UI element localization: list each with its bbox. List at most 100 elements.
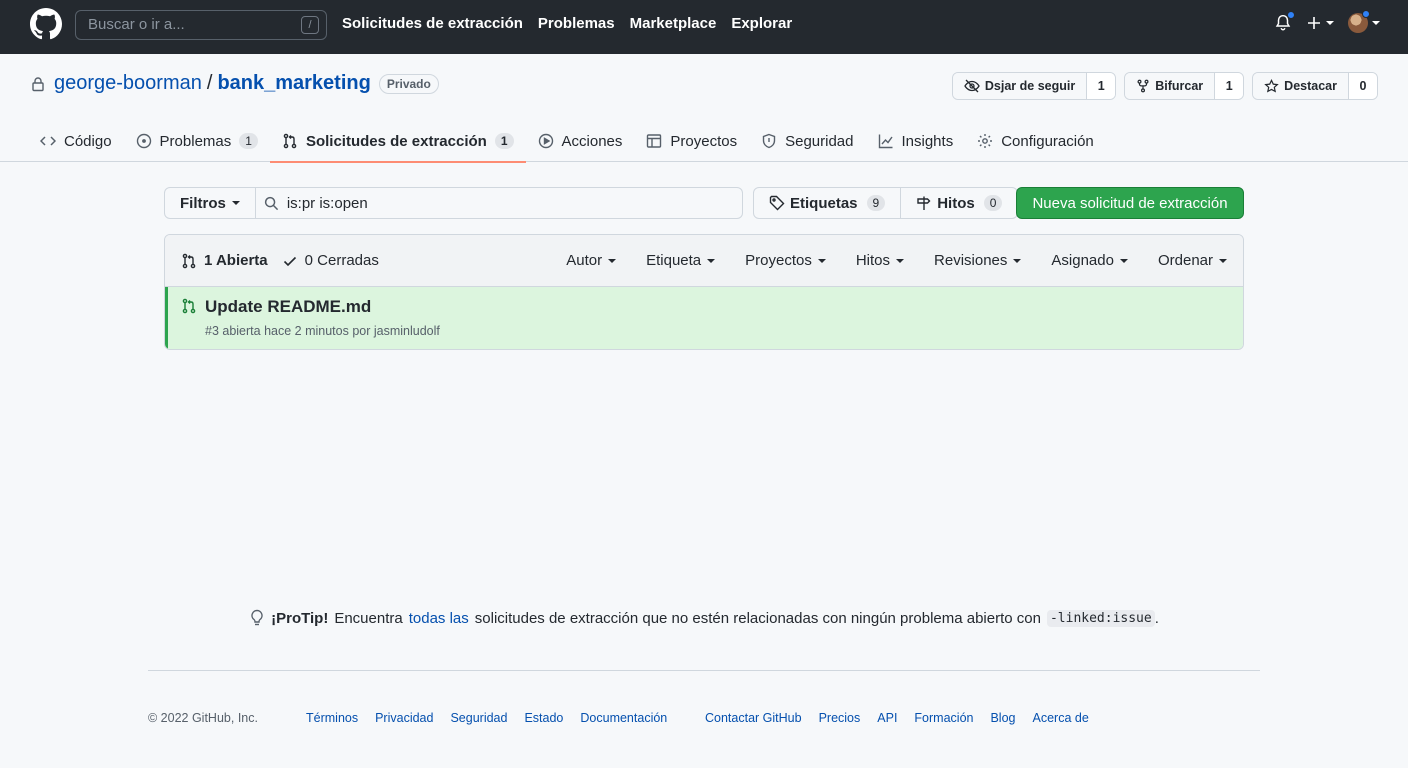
labels-link[interactable]: Etiquetas 9: [754, 188, 900, 218]
tab-projects[interactable]: Proyectos: [634, 120, 749, 162]
footer-link-training[interactable]: Formación: [914, 711, 973, 725]
github-logo-icon[interactable]: [30, 8, 62, 40]
git-pull-request-icon: [283, 133, 297, 149]
gear-icon: [978, 134, 993, 148]
footer-link-api[interactable]: API: [877, 711, 897, 725]
fork-count[interactable]: 1: [1215, 73, 1244, 99]
protip-text-after: solicitudes de extracción que no estén r…: [474, 609, 1041, 627]
light-bulb-icon: [251, 609, 263, 626]
sort-label: Autor: [566, 252, 603, 269]
repo-owner-link[interactable]: george-boorman: [54, 72, 202, 95]
graph-icon: [878, 134, 893, 149]
tab-pull-requests[interactable]: Solicitudes de extracción 1: [269, 120, 526, 163]
pull-request-list: 1 Abierta 0 Cerradas Autor Etiqueta Proy…: [164, 234, 1244, 350]
tab-issues[interactable]: Problemas 1: [124, 120, 270, 162]
tab-label: Insights: [901, 132, 954, 150]
tab-label: Acciones: [561, 132, 623, 150]
list-header: 1 Abierta 0 Cerradas Autor Etiqueta Proy…: [165, 235, 1243, 287]
closed-count-label: 0 Cerradas: [304, 252, 379, 269]
footer-link-status[interactable]: Estado: [524, 711, 563, 725]
tab-security[interactable]: Seguridad: [749, 120, 865, 162]
label-dropdown[interactable]: Etiqueta: [646, 252, 716, 269]
caret-down-icon: [608, 258, 617, 263]
user-menu-button[interactable]: [1348, 10, 1380, 33]
milestones-dropdown[interactable]: Hitos: [856, 252, 905, 269]
footer-link-docs[interactable]: Documentación: [580, 711, 667, 725]
labels-milestones-group: Etiquetas 9 Hitos 0: [753, 187, 1019, 219]
tab-code[interactable]: Código: [28, 120, 124, 162]
fork-button-group: Bifurcar 1: [1124, 72, 1245, 100]
fork-icon: [1137, 79, 1149, 93]
slash-shortcut-key: /: [301, 16, 319, 34]
global-search-input[interactable]: Buscar o ir a... /: [75, 10, 327, 40]
tab-label: Proyectos: [670, 132, 738, 150]
table-icon: [647, 134, 662, 148]
eye-off-icon: [964, 79, 980, 93]
sort-label: Revisiones: [934, 252, 1008, 269]
protip-end: .: [1154, 609, 1159, 627]
footer-link-privacy[interactable]: Privacidad: [375, 711, 433, 725]
sort-dropdown[interactable]: Ordenar: [1158, 252, 1227, 269]
list-item[interactable]: Update README.md #3 abierta hace 2 minut…: [165, 287, 1243, 349]
milestones-link[interactable]: Hitos 0: [900, 188, 1017, 218]
protip: ¡ProTip! Encuentra todas las solicitudes…: [0, 609, 1408, 627]
caret-down-icon: [1372, 21, 1380, 25]
assignee-dropdown[interactable]: Asignado: [1051, 252, 1128, 269]
footer-link-about[interactable]: Acerca de: [1033, 711, 1089, 725]
footer-link-blog[interactable]: Blog: [990, 711, 1015, 725]
tab-settings[interactable]: Configuración: [965, 120, 1106, 162]
global-header: Buscar o ir a... / Solicitudes de extrac…: [0, 0, 1408, 54]
star-count[interactable]: 0: [1349, 73, 1377, 99]
header-actions: [1274, 10, 1380, 33]
status-dot: [1362, 10, 1370, 18]
protip-code: -linked:issue: [1046, 609, 1155, 627]
author-dropdown[interactable]: Autor: [566, 252, 617, 269]
unwatch-button[interactable]: Dsjar de seguir: [952, 73, 1088, 99]
repo-separator: /: [206, 72, 213, 94]
caret-down-icon: [1013, 258, 1022, 263]
filters-label: Filtros: [180, 194, 226, 212]
reviews-dropdown[interactable]: Revisiones: [934, 252, 1022, 269]
tab-label: Problemas: [159, 132, 232, 150]
nav-issues[interactable]: Problemas: [538, 15, 615, 32]
new-pull-request-button[interactable]: Nueva solicitud de extracción: [1016, 187, 1244, 219]
tab-insights[interactable]: Insights: [866, 120, 966, 162]
filters-dropdown[interactable]: Filtros: [164, 187, 256, 219]
footer-link-terms[interactable]: Términos: [306, 711, 358, 725]
star-button[interactable]: Destacar: [1253, 73, 1349, 99]
projects-dropdown[interactable]: Proyectos: [745, 252, 826, 269]
star-label: Destacar: [1284, 79, 1337, 93]
open-filter[interactable]: 1 Abierta: [181, 252, 268, 269]
tab-label: Seguridad: [785, 132, 854, 150]
nav-marketplace[interactable]: Marketplace: [630, 15, 717, 32]
footer-link-pricing[interactable]: Precios: [819, 711, 861, 725]
create-new-button[interactable]: [1306, 15, 1334, 31]
closed-filter[interactable]: 0 Cerradas: [282, 252, 379, 269]
watch-count[interactable]: 1: [1087, 73, 1116, 99]
notifications-button[interactable]: [1274, 11, 1295, 32]
protip-text-before: Encuentra: [334, 609, 403, 627]
sort-label: Etiqueta: [646, 252, 702, 269]
fork-button[interactable]: Bifurcar: [1125, 73, 1216, 99]
play-icon: [538, 133, 553, 149]
lock-icon: [32, 76, 44, 91]
search-placeholder: Buscar o ir a...: [88, 16, 185, 33]
labels-count: 9: [866, 195, 886, 211]
tag-icon: [769, 195, 785, 211]
nav-pull-requests[interactable]: Solicitudes de extracción: [342, 15, 523, 32]
repo-name-link[interactable]: bank_marketing: [217, 72, 370, 95]
tab-counter: 1: [239, 133, 258, 149]
open-count-label: 1 Abierta: [204, 252, 268, 269]
nav-explore[interactable]: Explorar: [731, 15, 792, 32]
git-pull-request-open-icon: [182, 298, 196, 314]
tab-actions[interactable]: Acciones: [526, 120, 635, 162]
filter-search-input[interactable]: is:pr is:open: [255, 187, 743, 219]
pr-title-link[interactable]: Update README.md: [205, 297, 371, 317]
caret-down-icon: [707, 258, 716, 263]
caret-down-icon: [231, 201, 240, 205]
footer-link-contact[interactable]: Contactar GitHub: [705, 711, 802, 725]
protip-link[interactable]: todas las: [409, 610, 469, 627]
repo-actions: Dsjar de seguir 1 Bifurcar 1 Destacar 0: [951, 72, 1378, 100]
check-icon: [283, 256, 296, 266]
footer-link-security[interactable]: Seguridad: [450, 711, 507, 725]
